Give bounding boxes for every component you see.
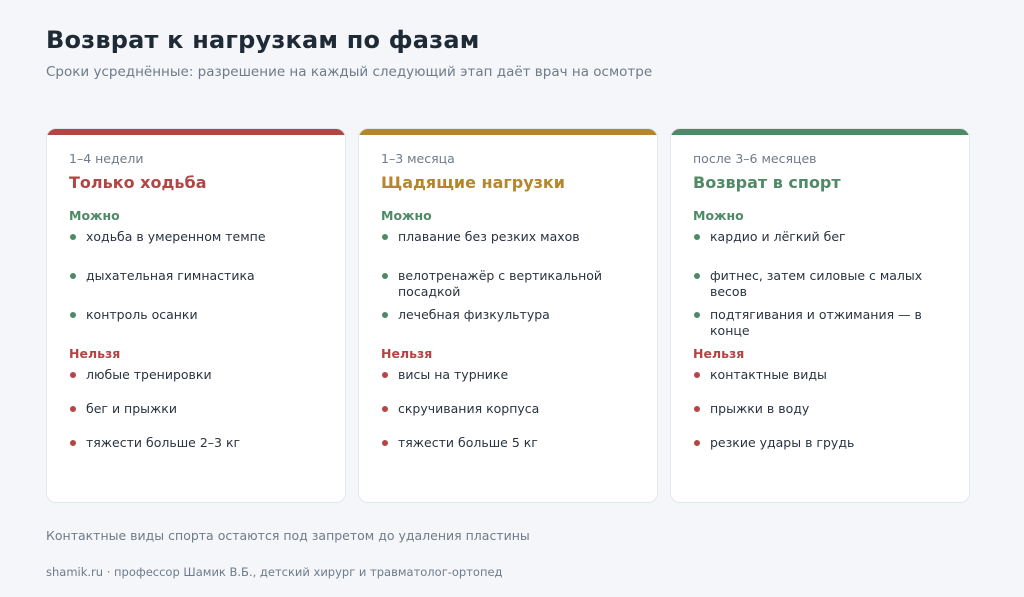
allowed-item: плавание без резких махов bbox=[381, 229, 635, 245]
phase-card-1: 1–4 недели Только ходьба Можно ходьба в … bbox=[46, 128, 346, 503]
footnote: Контактные виды спорта остаются под запр… bbox=[46, 528, 530, 543]
allowed-list: плавание без резких махов велотренажёр с… bbox=[381, 229, 635, 323]
phase-cards: 1–4 недели Только ходьба Можно ходьба в … bbox=[46, 128, 970, 503]
banned-item: тяжести больше 5 кг bbox=[381, 435, 635, 451]
phase-1-color-bar bbox=[47, 129, 345, 135]
allowed-item: лечебная физкультура bbox=[381, 307, 635, 323]
banned-label: Нельзя bbox=[381, 346, 433, 361]
allowed-list: кардио и лёгкий бег фитнес, затем силовы… bbox=[693, 229, 947, 339]
bullet-icon bbox=[694, 234, 700, 240]
bullet-icon bbox=[382, 372, 388, 378]
allowed-item: контроль осанки bbox=[69, 307, 323, 323]
bullet-icon bbox=[382, 406, 388, 412]
banned-item: любые тренировки bbox=[69, 367, 323, 383]
bullet-icon bbox=[694, 312, 700, 318]
page-subtitle: Сроки усреднённые: разрешение на каждый … bbox=[46, 64, 653, 80]
banned-list: любые тренировки бег и прыжки тяжести бо… bbox=[69, 367, 323, 451]
bullet-icon bbox=[70, 234, 76, 240]
allowed-item: кардио и лёгкий бег bbox=[693, 229, 947, 245]
allowed-item: велотренажёр с вертикальной посадкой bbox=[381, 268, 635, 300]
bullet-icon bbox=[70, 273, 76, 279]
bullet-icon bbox=[382, 234, 388, 240]
bullet-icon bbox=[694, 273, 700, 279]
page: Возврат к нагрузкам по фазам Сроки усред… bbox=[0, 0, 1024, 597]
allowed-item: подтягивания и отжимания — в конце bbox=[693, 307, 947, 339]
allowed-label: Можно bbox=[69, 208, 120, 223]
allowed-item: дыхательная гимнастика bbox=[69, 268, 323, 284]
banned-label: Нельзя bbox=[69, 346, 121, 361]
bullet-icon bbox=[694, 440, 700, 446]
banned-item: скручивания корпуса bbox=[381, 401, 635, 417]
page-title: Возврат к нагрузкам по фазам bbox=[46, 26, 480, 54]
allowed-label: Можно bbox=[381, 208, 432, 223]
banned-item: бег и прыжки bbox=[69, 401, 323, 417]
banned-list: висы на турнике скручивания корпуса тяже… bbox=[381, 367, 635, 451]
banned-item: резкие удары в грудь bbox=[693, 435, 947, 451]
phase-heading: Только ходьба bbox=[69, 173, 207, 192]
source-credit: shamik.ru · профессор Шамик В.Б., детски… bbox=[46, 565, 503, 579]
phase-term: 1–4 недели bbox=[69, 151, 144, 166]
bullet-icon bbox=[382, 312, 388, 318]
banned-item: висы на турнике bbox=[381, 367, 635, 383]
banned-item: тяжести больше 2–3 кг bbox=[69, 435, 323, 451]
bullet-icon bbox=[70, 312, 76, 318]
banned-item: контактные виды bbox=[693, 367, 947, 383]
bullet-icon bbox=[70, 440, 76, 446]
phase-3-color-bar bbox=[671, 129, 969, 135]
bullet-icon bbox=[70, 406, 76, 412]
phase-card-3: после 3–6 месяцев Возврат в спорт Можно … bbox=[670, 128, 970, 503]
allowed-list: ходьба в умеренном темпе дыхательная гим… bbox=[69, 229, 323, 323]
phase-term: 1–3 месяца bbox=[381, 151, 455, 166]
phase-2-color-bar bbox=[359, 129, 657, 135]
phase-heading: Возврат в спорт bbox=[693, 173, 841, 192]
bullet-icon bbox=[382, 273, 388, 279]
phase-heading: Щадящие нагрузки bbox=[381, 173, 565, 192]
allowed-label: Можно bbox=[693, 208, 744, 223]
phase-card-2: 1–3 месяца Щадящие нагрузки Можно плаван… bbox=[358, 128, 658, 503]
bullet-icon bbox=[382, 440, 388, 446]
banned-list: контактные виды прыжки в воду резкие уда… bbox=[693, 367, 947, 451]
banned-label: Нельзя bbox=[693, 346, 745, 361]
phase-term: после 3–6 месяцев bbox=[693, 151, 817, 166]
bullet-icon bbox=[70, 372, 76, 378]
allowed-item: ходьба в умеренном темпе bbox=[69, 229, 323, 245]
bullet-icon bbox=[694, 372, 700, 378]
allowed-item: фитнес, затем силовые с малых весов bbox=[693, 268, 947, 300]
bullet-icon bbox=[694, 406, 700, 412]
banned-item: прыжки в воду bbox=[693, 401, 947, 417]
